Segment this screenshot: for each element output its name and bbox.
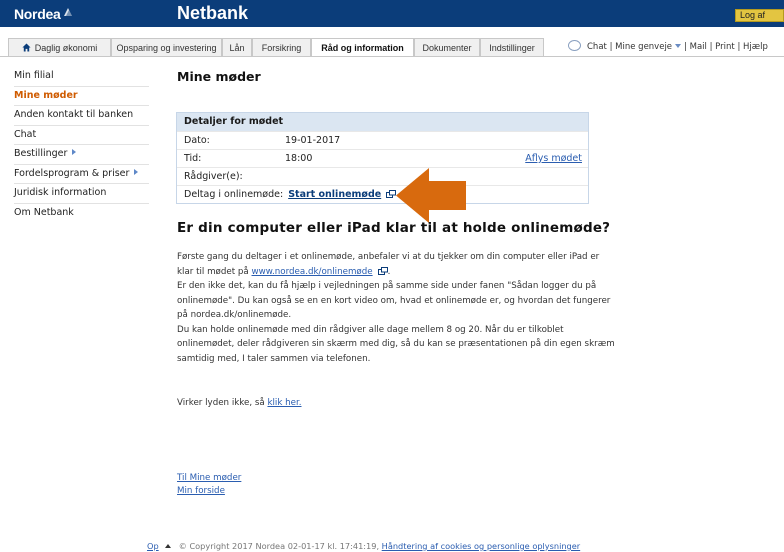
- print-link[interactable]: Print: [715, 42, 735, 52]
- chevron-down-icon[interactable]: [675, 44, 682, 48]
- chevron-right-icon: [72, 149, 77, 155]
- logo-text: Nordea: [14, 6, 61, 22]
- external-link-icon[interactable]: [377, 266, 388, 275]
- mail-link[interactable]: Mail: [690, 42, 707, 52]
- sound-help: Virker lyden ikke, så klik her.: [177, 398, 302, 408]
- bottom-links: Til Mine møder Min forside: [177, 472, 241, 498]
- sidebar-item-fordelsprogram[interactable]: Fordelsprogram & priser: [14, 165, 149, 184]
- tab-label: Indstillinger: [489, 43, 535, 53]
- details-header: Detaljer for mødet: [177, 113, 588, 131]
- logout-button[interactable]: Log af: [735, 9, 784, 22]
- footer: Op © Copyright 2017 Nordea 02-01-17 kl. 1…: [147, 541, 580, 551]
- date-row: Dato: 19-01-2017: [177, 131, 588, 149]
- sound-text: Virker lyden ikke, så: [177, 398, 268, 408]
- time-row: Tid: 18:00 Aflys mødet: [177, 149, 588, 167]
- date-label: Dato:: [184, 135, 210, 146]
- paragraph-2: Er den ikke det, kan du få hjælp i vejle…: [177, 281, 611, 320]
- separator: |: [737, 42, 741, 52]
- caret-up-icon[interactable]: [164, 544, 171, 548]
- online-meeting-row: Deltag i onlinemøde: Start onlinemøde: [177, 185, 588, 203]
- tab-forsikring[interactable]: Forsikring: [252, 38, 311, 57]
- paragraph-3: Du kan holde onlinemøde med din rådgiver…: [177, 324, 615, 364]
- sidebar-item-min-filial[interactable]: Min filial: [14, 67, 149, 87]
- tab-label: Dokumenter: [422, 43, 472, 53]
- copyright-text: © Copyright 2017 Nordea 02-01-17 kl. 17:…: [178, 541, 382, 551]
- time-value: 18:00: [285, 153, 313, 164]
- sidebar-item-mine-moder[interactable]: Mine møder: [14, 87, 149, 106]
- sidebar-item-label: Bestillinger: [14, 148, 68, 159]
- cancel-meeting-link[interactable]: Aflys mødet: [525, 150, 582, 168]
- sidebar-item-om-netbank[interactable]: Om Netbank: [14, 204, 149, 224]
- advisor-row: Rådgiver(e):: [177, 167, 588, 185]
- sidebar: Min filial Mine møder Anden kontakt til …: [14, 67, 149, 223]
- date-value: 19-01-2017: [285, 135, 341, 146]
- sidebar-item-anden-kontakt[interactable]: Anden kontakt til banken: [14, 106, 149, 126]
- nordea-logo[interactable]: Nordea: [14, 6, 73, 22]
- separator: |: [609, 42, 613, 52]
- sidebar-item-label: Fordelsprogram & priser: [14, 167, 130, 179]
- info-text: Første gang du deltager i et onlinemøde,…: [177, 250, 617, 366]
- utility-links: Chat | Mine genveje | Mail | Print | Hjæl…: [568, 38, 768, 57]
- separator: |: [684, 42, 687, 52]
- help-link[interactable]: Hjælp: [743, 42, 768, 52]
- tab-label: Opsparing og investering: [116, 43, 217, 53]
- chevron-right-icon: [134, 168, 139, 175]
- home-icon: [22, 43, 31, 52]
- shortcuts-link[interactable]: Mine genveje: [615, 42, 672, 52]
- front-page-link[interactable]: Min forside: [177, 485, 241, 498]
- tab-label: Daglig økonomi: [34, 43, 98, 53]
- tab-dokumenter[interactable]: Dokumenter: [414, 38, 480, 57]
- tab-raad-og-information[interactable]: Råd og information: [311, 38, 414, 57]
- paragraph-1-end: .: [387, 266, 391, 277]
- tab-label: Forsikring: [261, 43, 302, 53]
- chat-bubble-icon[interactable]: [568, 40, 581, 51]
- top-bar: Nordea Netbank Log af: [0, 0, 784, 27]
- sidebar-item-chat[interactable]: Chat: [14, 126, 149, 145]
- my-meetings-link[interactable]: Til Mine møder: [177, 472, 241, 485]
- tab-label: Lån: [229, 43, 245, 53]
- logo-mark-icon: [64, 8, 73, 16]
- external-link-icon[interactable]: [386, 190, 397, 198]
- tab-opsparing[interactable]: Opsparing og investering: [111, 38, 222, 57]
- tab-laan[interactable]: Lån: [222, 38, 252, 57]
- arrow-left-icon: [396, 168, 466, 223]
- online-label: Deltag i onlinemøde:: [184, 189, 284, 200]
- sidebar-item-juridisk[interactable]: Juridisk information: [14, 184, 149, 204]
- meeting-details-box: Detaljer for mødet Dato: 19-01-2017 Tid:…: [176, 112, 589, 204]
- scroll-up-link[interactable]: Op: [147, 541, 159, 551]
- sound-help-link[interactable]: klik her.: [267, 398, 301, 408]
- cookies-link[interactable]: Håndtering af cookies og personlige oply…: [382, 541, 581, 551]
- separator: |: [709, 42, 713, 52]
- chat-link[interactable]: Chat: [587, 42, 607, 52]
- app-title: Netbank: [177, 3, 249, 23]
- tab-indstillinger[interactable]: Indstillinger: [480, 38, 544, 57]
- sidebar-item-bestillinger[interactable]: Bestillinger: [14, 145, 149, 165]
- nordea-onlinemode-link[interactable]: www.nordea.dk/onlinemøde: [252, 267, 373, 277]
- tab-daglig-okonomi[interactable]: Daglig økonomi: [8, 38, 111, 57]
- section-heading: Er din computer eller iPad klar til at h…: [177, 220, 611, 236]
- start-online-meeting-link[interactable]: Start onlinemøde: [288, 189, 381, 200]
- page-title: Mine møder: [177, 69, 261, 84]
- time-label: Tid:: [184, 153, 202, 164]
- tab-label: Råd og information: [321, 43, 404, 53]
- advisor-label: Rådgiver(e):: [184, 171, 243, 182]
